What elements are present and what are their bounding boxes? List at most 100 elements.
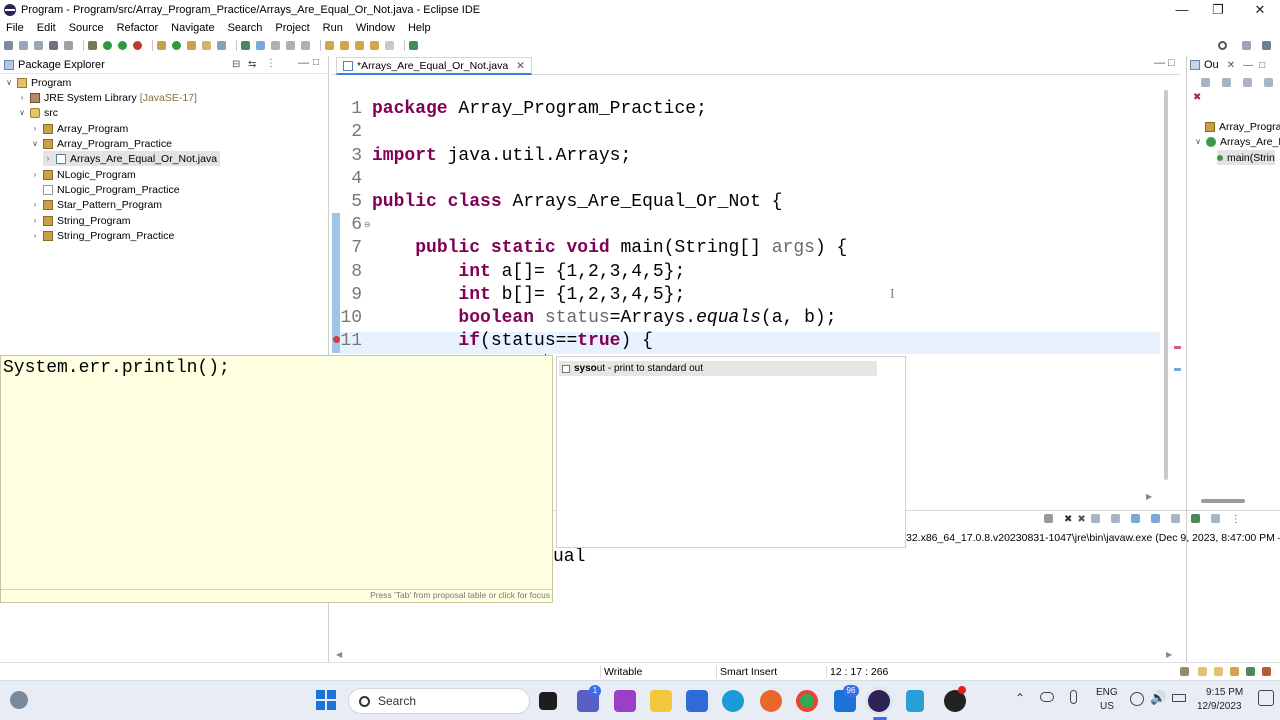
chevron-down-icon[interactable]: ∨ — [30, 139, 40, 148]
outline-item-method-selected[interactable]: main(Strin — [1217, 150, 1275, 165]
remove-all-icon[interactable]: ✖ — [1077, 514, 1085, 525]
menu-navigate[interactable]: Navigate — [171, 22, 214, 34]
java-perspective-icon[interactable] — [1262, 41, 1271, 50]
last-edit-icon[interactable] — [355, 41, 364, 50]
view-menu-icon[interactable]: ⋮ — [266, 58, 276, 69]
battery-icon[interactable] — [1172, 694, 1186, 702]
scroll-left-icon[interactable]: ◀ — [336, 650, 342, 659]
chevron-down-icon[interactable]: ∨ — [1193, 137, 1203, 146]
save-icon[interactable] — [19, 41, 28, 50]
eclipse-taskbar-icon[interactable] — [868, 690, 890, 712]
store-icon[interactable] — [686, 690, 708, 712]
show-whitespace-icon[interactable] — [286, 41, 295, 50]
scroll-right-icon[interactable]: ▶ — [1166, 650, 1172, 659]
link-editor-icon[interactable]: ⇆ — [248, 59, 256, 70]
outline-title[interactable]: Ou — [1204, 59, 1219, 71]
tree-item-package[interactable]: › String_Program_Practice — [30, 228, 175, 243]
firefox-icon[interactable] — [760, 690, 782, 712]
maximize-view-icon[interactable]: □ — [313, 57, 319, 68]
pilcrow-icon[interactable] — [301, 41, 310, 50]
code-text[interactable]: package Array_Program_Practice; import j… — [372, 75, 847, 400]
tree-item-package[interactable]: ∨ Array_Program_Practice — [30, 136, 172, 151]
run-icon[interactable] — [103, 41, 112, 50]
minimize-editor-icon[interactable]: — — [1154, 57, 1165, 69]
terminal-icon[interactable] — [49, 41, 58, 50]
cloud-icon[interactable] — [1040, 692, 1054, 702]
pin-console-icon[interactable] — [1170, 514, 1180, 523]
show-console-icon[interactable] — [1130, 514, 1140, 523]
volume-icon[interactable]: 🔊 — [1150, 690, 1166, 706]
chevron-right-icon[interactable]: › — [30, 200, 40, 209]
start-icon[interactable] — [316, 690, 336, 710]
error-log-icon[interactable] — [1262, 667, 1271, 676]
menu-edit[interactable]: Edit — [37, 22, 56, 34]
hide-nonpublic-icon[interactable] — [1264, 78, 1273, 87]
word-wrap-icon[interactable] — [1110, 514, 1120, 523]
open-folder-icon[interactable] — [1198, 667, 1207, 676]
block-selection-icon[interactable] — [271, 41, 280, 50]
maximize-button[interactable]: ❐ — [1200, 0, 1236, 20]
notepad-icon[interactable] — [906, 690, 924, 712]
notification-center-icon[interactable] — [1258, 690, 1274, 706]
maximize-view-icon[interactable]: □ — [1259, 60, 1265, 71]
problems-icon[interactable] — [1246, 667, 1255, 676]
tree-item-jre[interactable]: › JRE System Library [JavaSE-17] — [17, 90, 197, 105]
outline-item-package[interactable]: Array_Progra — [1205, 119, 1280, 134]
microphone-icon[interactable] — [1070, 690, 1077, 704]
proposal-item-selected[interactable]: syso ut - print to standard out — [559, 361, 877, 376]
show-error-icon[interactable] — [1150, 514, 1160, 523]
chevron-up-icon[interactable]: ⌃ — [1015, 691, 1025, 705]
search-icon[interactable] — [1218, 41, 1227, 50]
task-icon[interactable] — [1230, 667, 1239, 676]
notifications-icon[interactable] — [1180, 667, 1189, 676]
content-assist-popup[interactable]: syso ut - print to standard out — [556, 356, 906, 548]
chevron-right-icon[interactable]: › — [30, 170, 40, 179]
menu-source[interactable]: Source — [69, 22, 104, 34]
clock-time[interactable]: 9:15 PM — [1206, 687, 1243, 698]
coverage-icon[interactable] — [118, 41, 127, 50]
weather-icon[interactable] — [10, 691, 28, 709]
vertical-scrollbar[interactable] — [1164, 90, 1168, 480]
menu-search[interactable]: Search — [228, 22, 263, 34]
focus-icon[interactable]: ✖ — [1193, 92, 1201, 103]
chevron-down-icon[interactable]: ∨ — [4, 78, 14, 87]
open-folder-icon[interactable] — [1214, 667, 1223, 676]
debug-icon[interactable] — [88, 41, 97, 50]
new-icon[interactable] — [4, 41, 13, 50]
scroll-right-icon[interactable]: ▶ — [1146, 492, 1152, 501]
minimize-button[interactable]: — — [1164, 0, 1200, 20]
menu-project[interactable]: Project — [275, 22, 309, 34]
pin-editor-icon[interactable] — [409, 41, 418, 50]
minimize-view-icon[interactable]: — — [298, 57, 309, 69]
region-indicator[interactable]: US — [1100, 701, 1114, 712]
maximize-editor-icon[interactable]: □ — [1168, 57, 1175, 69]
language-indicator[interactable]: ENG — [1096, 687, 1118, 698]
open-type-icon[interactable] — [187, 41, 196, 50]
close-view-icon[interactable]: ✕ — [1227, 60, 1235, 71]
tree-item-package[interactable]: › Array_Program — [30, 121, 129, 136]
fold-icon[interactable]: ⊖ — [364, 220, 371, 229]
tree-item-java-file-selected[interactable]: › Arrays_Are_Equal_Or_Not.java — [43, 151, 221, 166]
tree-item-src[interactable]: ∨ src — [17, 105, 58, 120]
new-class-icon[interactable] — [172, 41, 181, 50]
clock-date[interactable]: 12/9/2023 — [1197, 701, 1242, 712]
next-annotation-icon[interactable] — [325, 41, 334, 50]
tree-item-package[interactable]: › NLogic_Program — [30, 167, 136, 182]
network-icon[interactable] — [1130, 692, 1144, 706]
chevron-down-icon[interactable]: ∨ — [17, 108, 27, 117]
tree-item-package[interactable]: › String_Program — [30, 213, 131, 228]
search-tool-icon[interactable] — [217, 41, 226, 50]
chevron-right-icon[interactable]: › — [30, 216, 40, 225]
new-java-project-icon[interactable] — [157, 41, 166, 50]
task-view-icon[interactable] — [539, 692, 557, 710]
view-menu-icon[interactable]: — — [1243, 60, 1253, 71]
menu-file[interactable]: File — [6, 22, 24, 34]
edge-icon[interactable] — [722, 690, 744, 712]
menu-window[interactable]: Window — [356, 22, 395, 34]
back-icon[interactable] — [370, 41, 379, 50]
external-tools-icon[interactable] — [133, 41, 142, 50]
scroll-lock-icon[interactable] — [1090, 514, 1100, 523]
chevron-right-icon[interactable]: › — [43, 154, 53, 163]
close-tab-icon[interactable]: ✕ — [516, 60, 525, 72]
chevron-right-icon[interactable]: › — [30, 124, 40, 133]
